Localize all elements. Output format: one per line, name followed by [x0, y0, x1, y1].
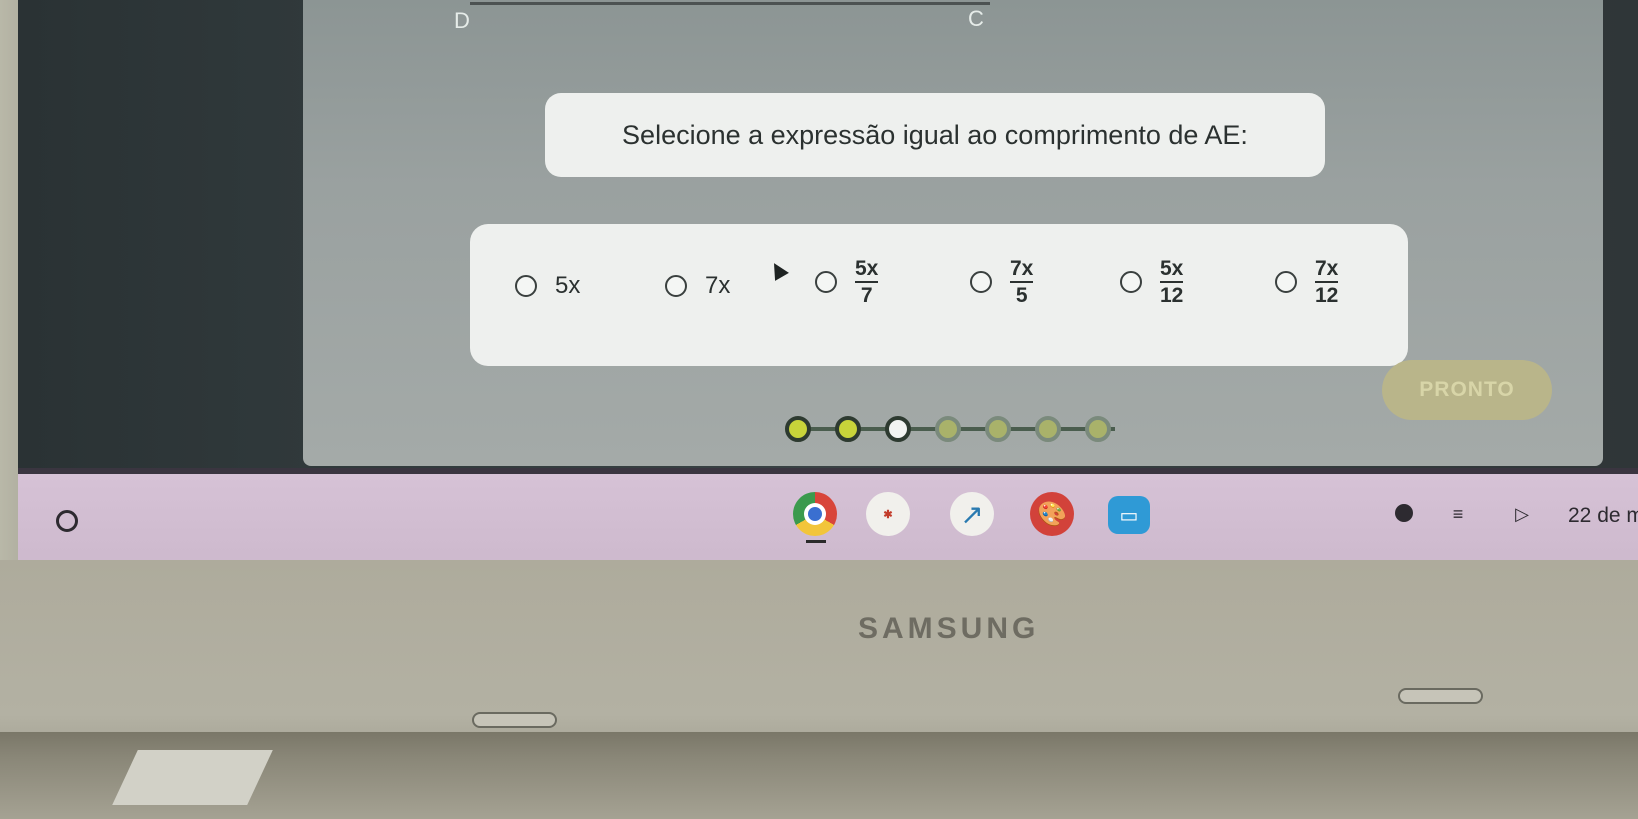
progress-step-2 — [835, 416, 861, 442]
progress-step-5 — [985, 416, 1011, 442]
chrome-icon[interactable] — [793, 492, 837, 536]
radio-button[interactable] — [1120, 271, 1142, 293]
radio-button[interactable] — [970, 271, 992, 293]
clipboard-icon[interactable]: ≡ — [1444, 500, 1472, 528]
progress-steps — [785, 414, 1125, 444]
option-label: 5x — [555, 272, 581, 299]
radio-button[interactable] — [665, 275, 687, 297]
progress-step-4 — [935, 416, 961, 442]
fraction-bar — [1010, 281, 1034, 283]
vertex-label-c: C — [968, 6, 984, 31]
radio-button[interactable] — [1275, 271, 1297, 293]
vertex-label-d: D — [454, 8, 470, 33]
option-5x[interactable]: 5x — [515, 272, 580, 300]
fraction: 7x 5 — [1010, 257, 1034, 307]
option-5x-over-7[interactable]: 5x 7 — [815, 257, 879, 307]
brand-logo: SAMSUNG — [858, 612, 1040, 645]
denominator: 12 — [1160, 284, 1184, 307]
option-7x-over-5[interactable]: 7x 5 — [970, 257, 1034, 307]
hinge-right — [1398, 688, 1483, 704]
fraction-bar — [1160, 281, 1184, 283]
shelf-date[interactable]: 22 de mai. — [1568, 504, 1638, 528]
progress-step-1 — [785, 416, 811, 442]
screen-record-icon[interactable] — [1395, 504, 1413, 522]
radio-button[interactable] — [515, 275, 537, 297]
option-7x[interactable]: 7x — [665, 272, 730, 300]
fraction: 5x 12 — [1160, 257, 1184, 307]
denominator: 7 — [860, 284, 873, 307]
hinge-left — [472, 712, 557, 728]
play-store-icon[interactable]: ▷ — [1508, 500, 1536, 528]
chrome-icon-dot — [808, 507, 822, 521]
numerator: 7x — [1010, 257, 1034, 280]
numerator: 7x — [1315, 257, 1339, 280]
numerator: 5x — [1160, 257, 1184, 280]
option-7x-over-12[interactable]: 7x 12 — [1275, 257, 1339, 307]
denominator: 5 — [1015, 284, 1028, 307]
radio-button[interactable] — [815, 271, 837, 293]
numerator: 5x — [855, 257, 879, 280]
option-5x-over-12[interactable]: 5x 12 — [1120, 257, 1184, 307]
fraction-bar — [855, 281, 879, 283]
progress-step-6 — [1035, 416, 1061, 442]
fraction-bar — [1315, 281, 1339, 283]
progress-step-7 — [1085, 416, 1111, 442]
paint-app-icon[interactable]: 🎨 — [1030, 492, 1074, 536]
laptop-foot — [112, 750, 273, 805]
denominator: 12 — [1315, 284, 1339, 307]
launcher-icon[interactable] — [56, 510, 78, 532]
graph-app-icon[interactable]: ↗ — [950, 492, 994, 536]
app-icon[interactable]: ✱ — [866, 492, 910, 536]
question-prompt: Selecione a expressão igual ao comprimen… — [545, 93, 1325, 177]
option-label: 7x — [705, 272, 731, 299]
fraction: 7x 12 — [1315, 257, 1339, 307]
progress-step-3 — [885, 416, 911, 442]
triangle-base-line — [470, 2, 990, 5]
active-app-indicator — [806, 540, 826, 543]
ready-button[interactable]: PRONTO — [1382, 360, 1552, 420]
answer-options: 5x 7x 5x 7 7x 5 5x 12 7x 12 — [470, 224, 1408, 366]
classroom-app-icon[interactable]: ▭ — [1108, 496, 1150, 534]
chromeos-shelf: ✱ ↗ 🎨 ▭ ≡ ▷ 22 de mai. — [18, 468, 1638, 566]
fraction: 5x 7 — [855, 257, 879, 307]
